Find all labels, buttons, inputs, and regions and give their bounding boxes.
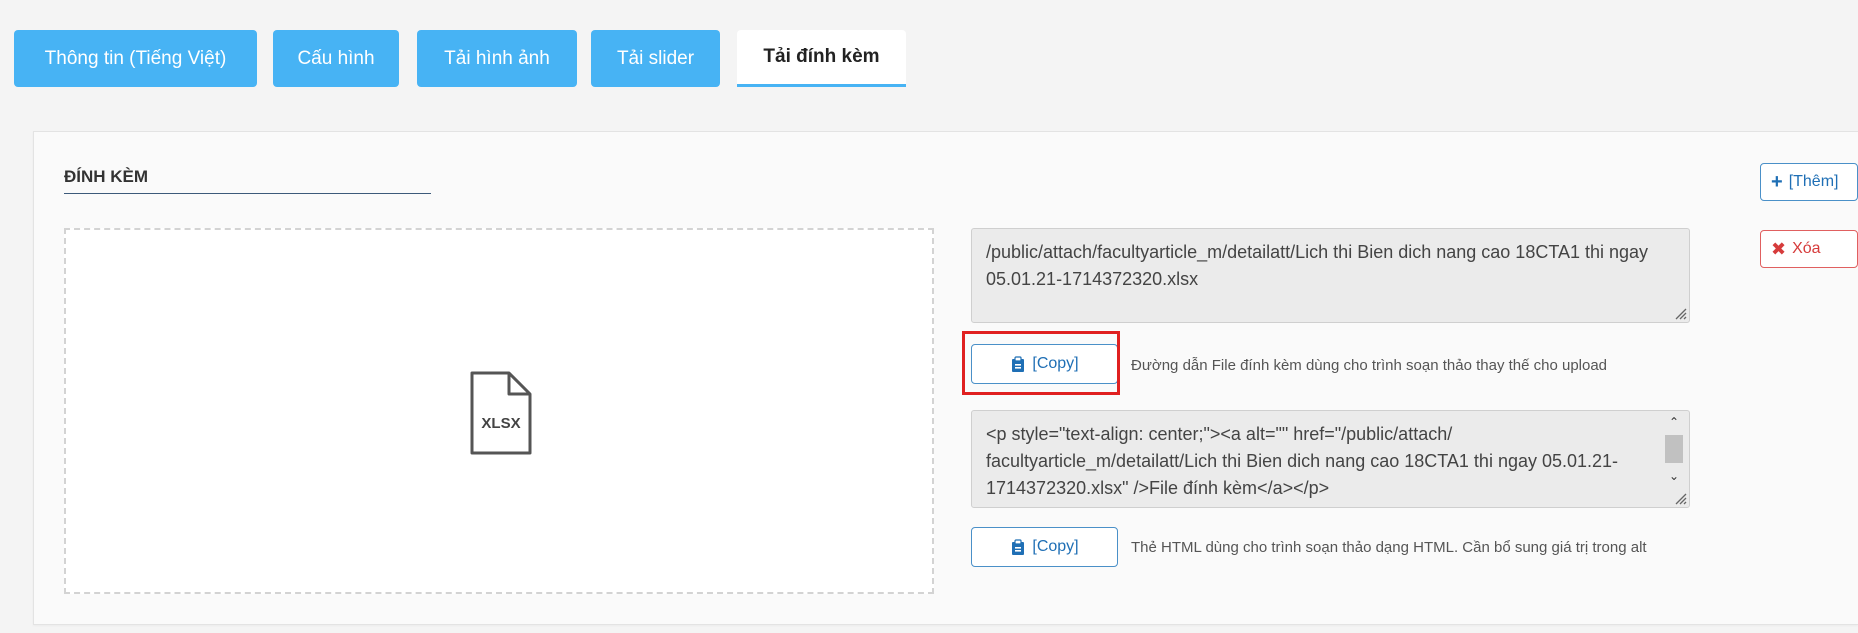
textarea-scrollbar[interactable]: ⌃ ⌄ [1663,415,1685,491]
file-path-textarea[interactable]: /public/attach/facultyarticle_m/detailat… [971,228,1690,323]
add-attachment-button[interactable]: + [Thêm] [1760,163,1858,201]
document-icon [470,371,532,455]
scroll-up-icon[interactable]: ⌃ [1663,415,1685,429]
resize-grip-icon[interactable] [1673,491,1687,505]
copy-path-label: [Copy] [1032,355,1079,372]
file-icon: XLSX [469,370,533,456]
copy-html-hint: Thẻ HTML dùng cho trình soạn thảo dạng H… [1131,539,1647,556]
close-icon: ✖ [1771,239,1787,259]
tab-cau-hinh[interactable]: Cấu hình [273,30,399,87]
tab-tai-hinh-anh[interactable]: Tải hình ảnh [417,30,577,87]
copy-html-label: [Copy] [1032,538,1079,555]
copy-path-button[interactable]: [Copy] [971,344,1118,384]
scroll-down-icon[interactable]: ⌄ [1663,469,1685,483]
delete-label: Xóa [1792,240,1821,257]
file-path-value: /public/attach/facultyarticle_m/detailat… [986,242,1649,289]
section-title: ĐÍNH KÈM [64,167,431,194]
add-label: [Thêm] [1788,173,1839,190]
html-snippet-textarea[interactable]: <p style="text-align: center;"><a alt=""… [971,410,1690,508]
clipboard-icon [1012,355,1025,372]
scroll-thumb[interactable] [1665,435,1683,463]
tab-thong-tin[interactable]: Thông tin (Tiếng Việt) [14,30,257,87]
copy-path-hint: Đường dẫn File đính kèm dùng cho trình s… [1131,357,1608,374]
html-snippet-value: <p style="text-align: center;"><a alt=""… [986,424,1619,498]
tab-tai-slider[interactable]: Tải slider [591,30,720,87]
file-dropzone[interactable]: XLSX [64,228,934,594]
clipboard-icon [1012,538,1025,555]
resize-grip-icon[interactable] [1673,306,1687,320]
file-extension-label: XLSX [481,415,521,432]
plus-icon: + [1771,171,1783,193]
delete-attachment-button[interactable]: ✖ Xóa [1760,230,1858,268]
copy-html-button[interactable]: [Copy] [971,527,1118,567]
tab-tai-dinh-kem[interactable]: Tải đính kèm [737,30,906,87]
